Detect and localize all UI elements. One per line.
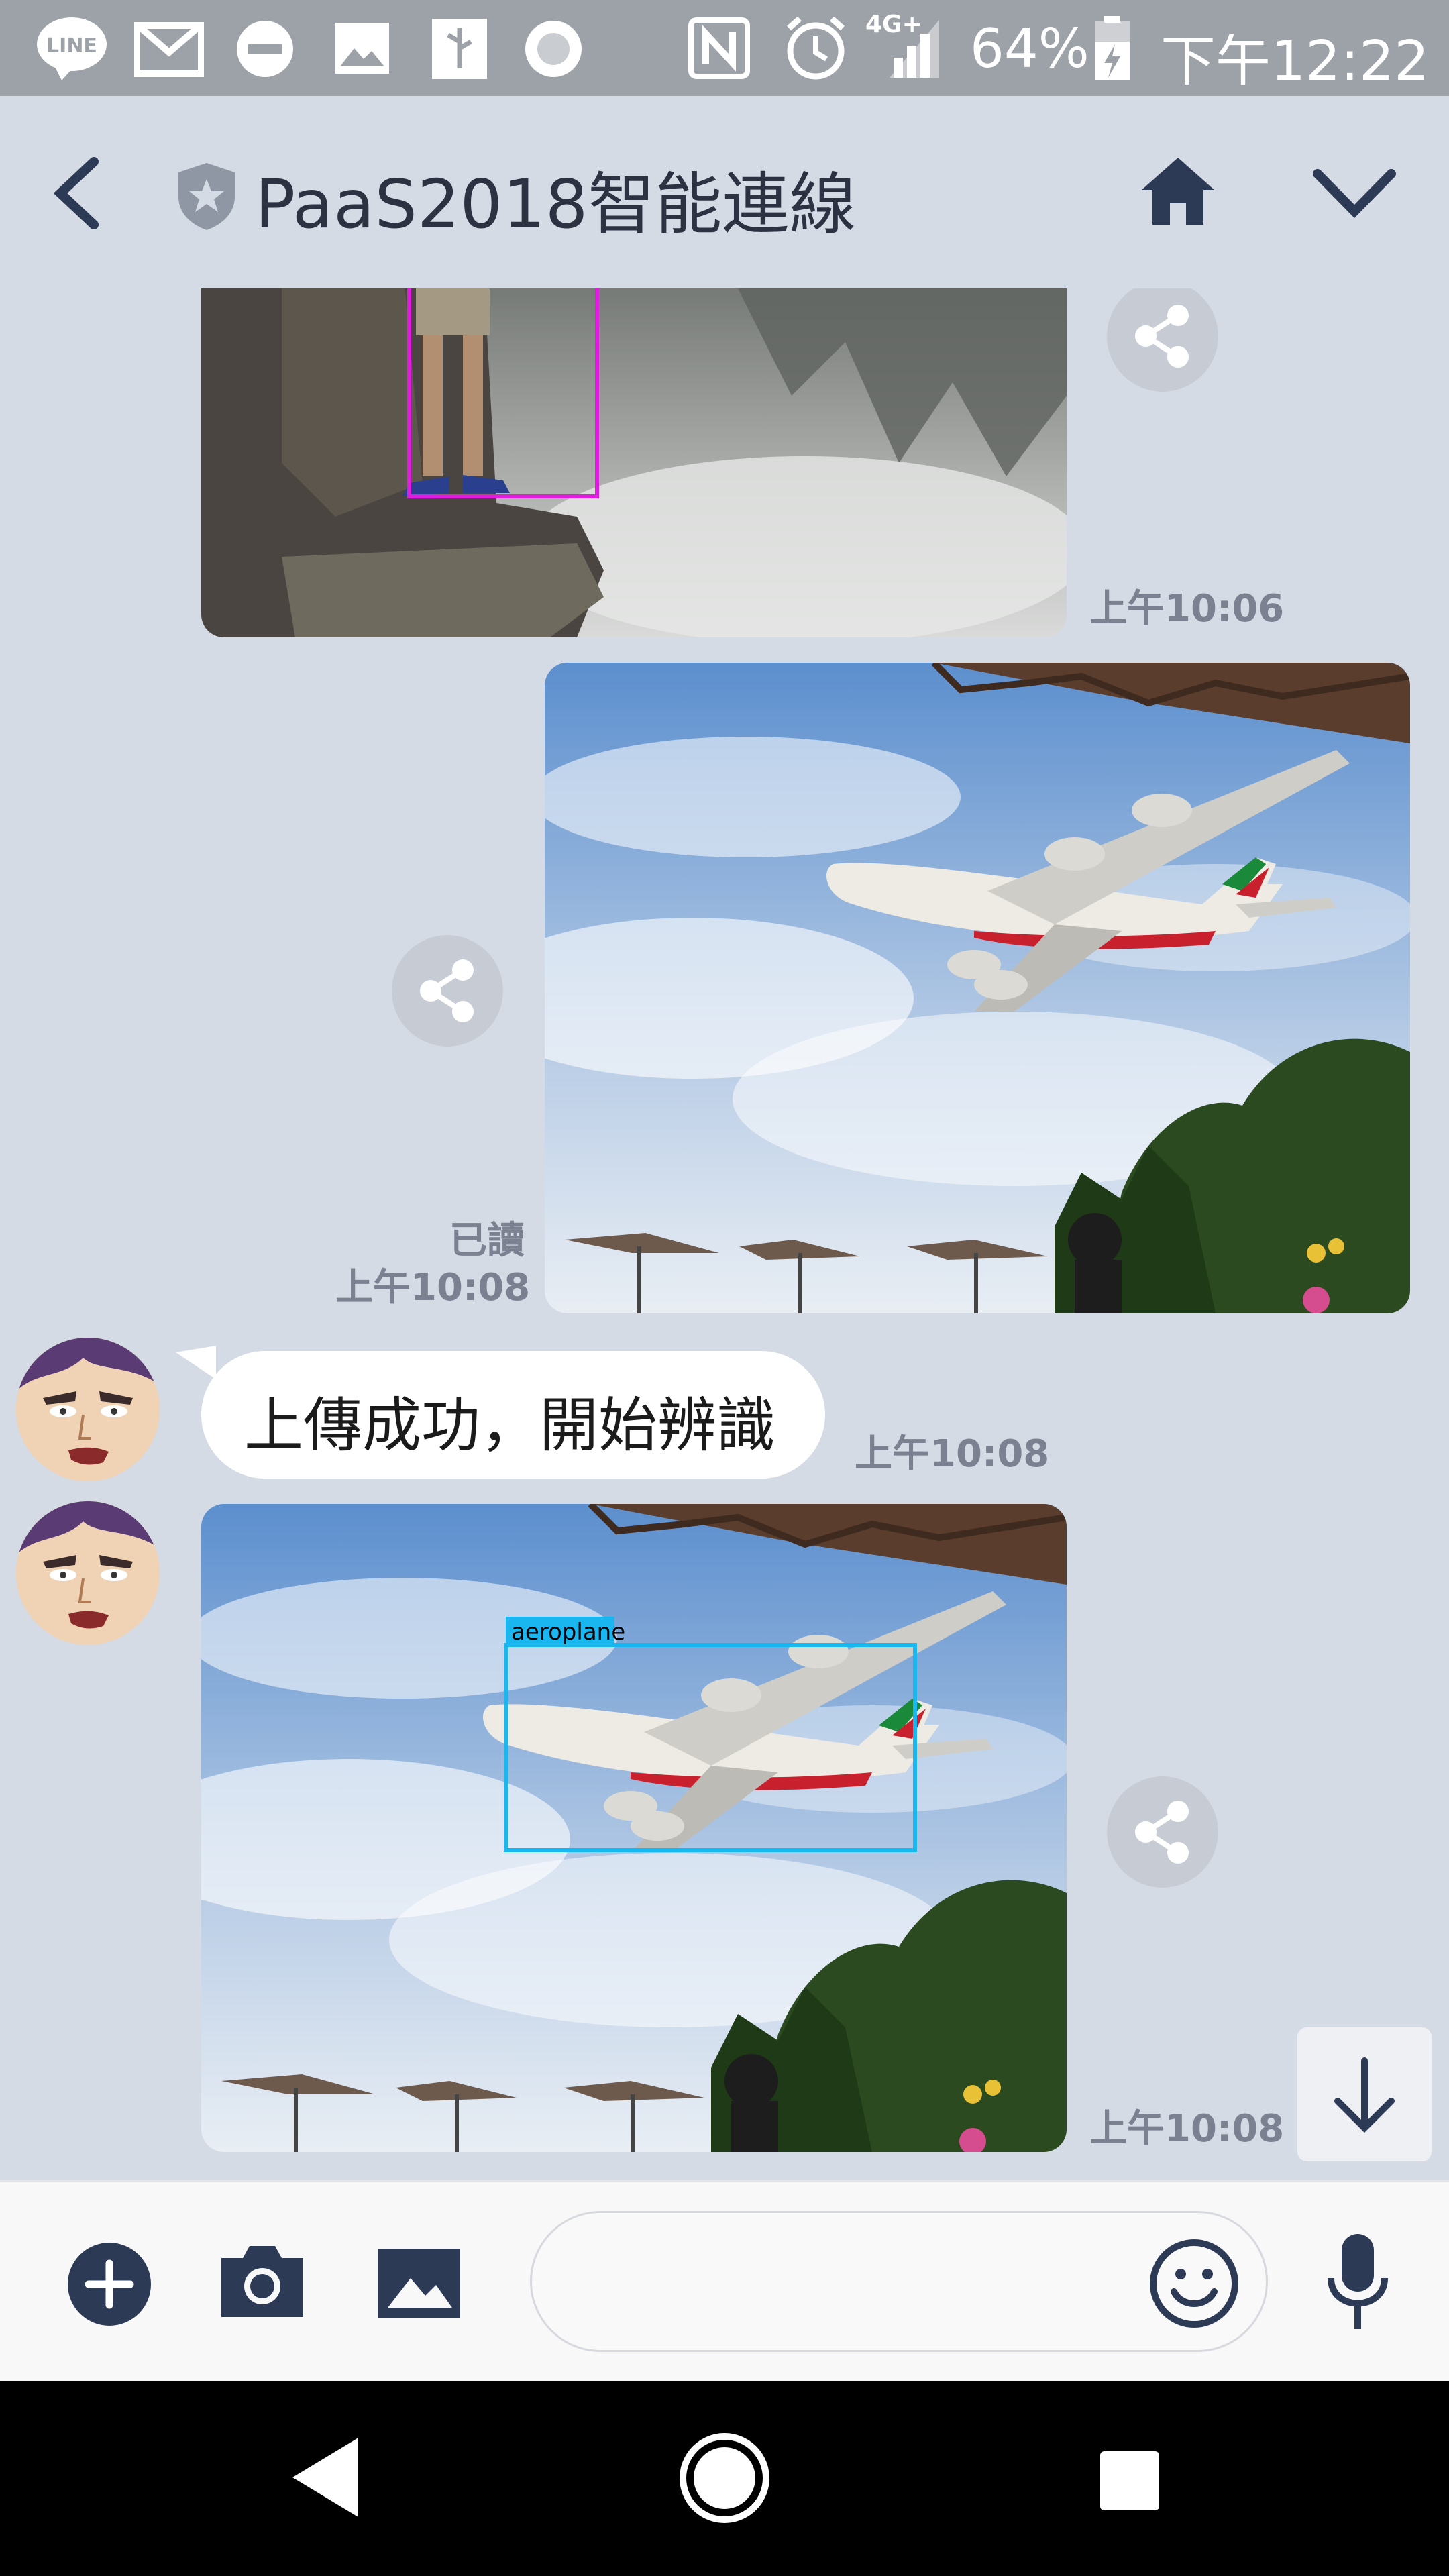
mail-icon	[134, 22, 204, 77]
chat-title: PaaS2018智能連線	[255, 165, 857, 244]
shield-star-icon	[178, 163, 235, 230]
do-not-disturb-icon	[237, 21, 293, 77]
share-button[interactable]	[392, 935, 503, 1046]
received-photo-cliff[interactable]	[201, 288, 1067, 637]
chevron-down-icon[interactable]	[1312, 167, 1397, 221]
detection-label: aeroplane	[511, 1619, 625, 1646]
status-bar: LINE 4G+ 64% 下午12:22	[0, 0, 1449, 96]
emoji-icon[interactable]	[1148, 2238, 1240, 2329]
line-app-icon: LINE	[37, 17, 107, 80]
message-time: 上午10:06	[1089, 587, 1285, 631]
bubble-tail	[176, 1346, 216, 1379]
nav-recents-icon[interactable]	[1097, 2449, 1162, 2513]
chat-messages[interactable]: 上午10:06 已讀 上午10:08 上傳成功，開始辨識 上午10:08 aer…	[0, 288, 1449, 2180]
message-time: 上午10:08	[1089, 2107, 1285, 2151]
message-time: 上午10:08	[855, 1432, 1050, 1476]
share-icon	[1135, 305, 1189, 368]
message-text-field[interactable]	[566, 2213, 1169, 2347]
image-notification-icon	[335, 23, 389, 74]
message-bubble[interactable]: 上傳成功，開始辨識	[201, 1351, 825, 1479]
usb-icon	[432, 19, 487, 79]
system-navigation-bar	[0, 2381, 1449, 2576]
nav-back-icon[interactable]	[288, 2434, 362, 2521]
message-time: 上午10:08	[335, 1266, 531, 1309]
battery-charging-icon	[1095, 16, 1130, 80]
plane-detection-photo: aeroplane	[201, 1504, 1067, 2152]
scroll-to-bottom-button[interactable]	[1297, 2027, 1432, 2161]
svg-text:LINE: LINE	[46, 34, 97, 58]
nfc-icon	[688, 17, 750, 79]
home-icon[interactable]	[1139, 155, 1217, 227]
record-icon	[525, 21, 582, 77]
avatar-image	[16, 1338, 160, 1481]
avatar-image	[16, 1501, 160, 1645]
avatar[interactable]	[16, 1501, 160, 1645]
arrow-down-icon	[1334, 2057, 1395, 2133]
alarm-icon	[787, 16, 845, 80]
sent-photo-plane[interactable]	[545, 663, 1410, 1313]
share-button[interactable]	[1107, 288, 1218, 392]
cliff-photo	[201, 288, 1067, 637]
mic-icon[interactable]	[1324, 2231, 1391, 2332]
plus-icon[interactable]	[67, 2242, 152, 2326]
share-icon	[420, 959, 474, 1022]
back-icon[interactable]	[47, 156, 107, 230]
chat-header: PaaS2018智能連線	[0, 96, 1449, 288]
network-type: 4G+	[865, 11, 922, 38]
message-input-bar	[0, 2180, 1449, 2381]
share-icon	[1135, 1801, 1189, 1864]
gallery-icon[interactable]	[376, 2246, 463, 2321]
plane-photo	[545, 663, 1410, 1313]
read-receipt: 已讀	[449, 1219, 525, 1263]
clock: 下午12:22	[1161, 30, 1430, 93]
share-button[interactable]	[1107, 1776, 1218, 1888]
camera-icon[interactable]	[219, 2242, 306, 2320]
avatar[interactable]	[16, 1338, 160, 1481]
battery-percent: 64%	[970, 17, 1089, 80]
received-photo-detection[interactable]: aeroplane	[201, 1504, 1067, 2152]
nav-home-icon[interactable]	[678, 2431, 771, 2525]
